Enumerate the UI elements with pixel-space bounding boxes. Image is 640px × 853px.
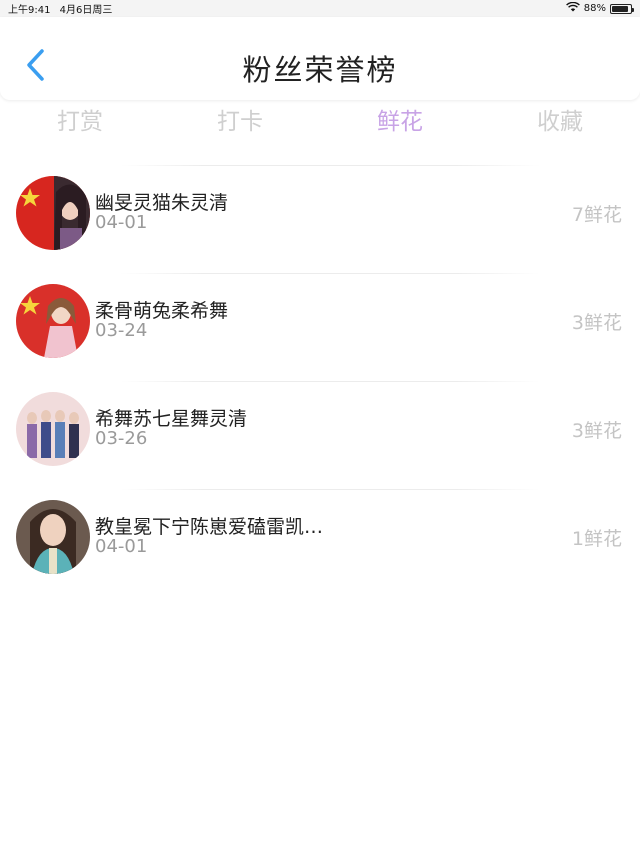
wifi-icon <box>565 1 580 15</box>
list-item[interactable]: 教皇冕下宁陈崽爱磕雷凯… 04-01 1鲜花 <box>0 490 640 597</box>
battery-percent: 88% <box>583 3 606 14</box>
list-item[interactable]: 幽旻灵猫朱灵清 04-01 7鲜花 <box>0 166 640 273</box>
fan-date: 03-26 <box>95 428 148 449</box>
flower-count: 1鲜花 <box>571 528 622 550</box>
tab-bar: 打赏 打卡 鲜花 收藏 <box>0 102 640 144</box>
status-left: 上午9:41 4月6日周三 <box>8 1 118 16</box>
fan-name: 幽旻灵猫朱灵清 <box>95 192 229 214</box>
battery-icon <box>610 3 634 14</box>
fan-date: 04-01 <box>95 212 148 233</box>
flower-count: 3鲜花 <box>571 420 622 442</box>
avatar <box>16 176 90 250</box>
list-item[interactable]: 希舞苏七星舞灵清 03-26 3鲜花 <box>0 382 640 489</box>
status-time: 上午9:41 <box>8 5 51 16</box>
tab-flowers[interactable]: 鲜花 <box>320 102 480 144</box>
battery-fill <box>612 5 628 12</box>
nav-bar: 粉丝荣誉榜 <box>0 17 640 100</box>
fan-date: 04-01 <box>95 536 148 557</box>
tab-favorites[interactable]: 收藏 <box>480 102 640 144</box>
status-right: 88% <box>565 1 634 15</box>
fan-name: 教皇冕下宁陈崽爱磕雷凯… <box>95 516 324 538</box>
avatar <box>16 500 90 574</box>
tab-checkin[interactable]: 打卡 <box>160 102 320 144</box>
flower-count: 7鲜花 <box>571 204 622 226</box>
fan-date: 03-24 <box>95 320 148 341</box>
list-item[interactable]: 柔骨萌兔柔希舞 03-24 3鲜花 <box>0 274 640 381</box>
fan-name: 希舞苏七星舞灵清 <box>95 408 248 430</box>
tab-tip[interactable]: 打赏 <box>0 102 160 144</box>
status-date: 4月6日周三 <box>59 5 113 16</box>
avatar <box>16 284 90 358</box>
status-bar: 上午9:41 4月6日周三 88% <box>0 0 640 17</box>
flower-count: 3鲜花 <box>571 312 622 334</box>
page-title: 粉丝荣誉榜 <box>242 53 398 87</box>
fan-ranking-list: 幽旻灵猫朱灵清 04-01 7鲜花 柔骨萌兔柔希舞 03-24 3鲜花 希舞苏七… <box>0 165 640 597</box>
fan-name: 柔骨萌兔柔希舞 <box>95 300 229 322</box>
avatar <box>16 392 90 466</box>
